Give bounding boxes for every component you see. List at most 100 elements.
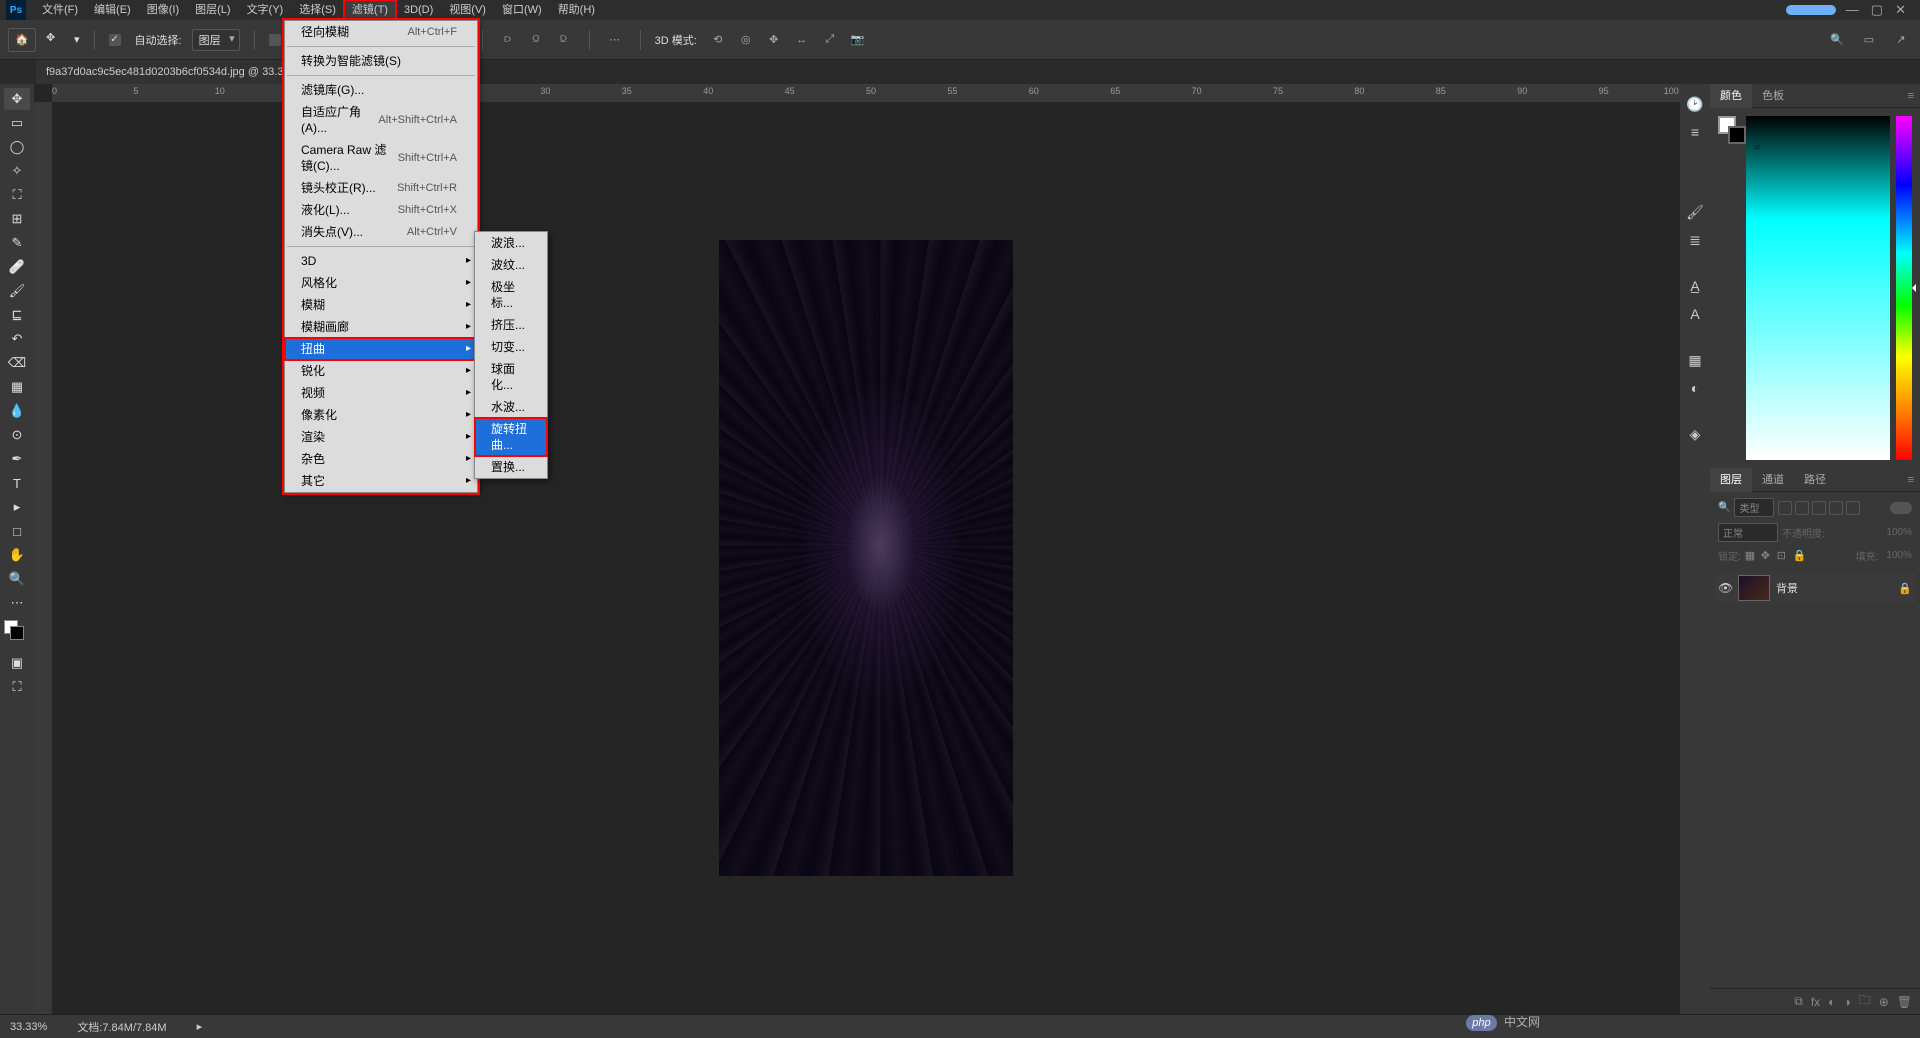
pen-tool[interactable]: ✒ [4,448,30,470]
lock-position-icon[interactable]: ✥ [1761,549,1774,562]
share-icon[interactable]: ↗ [1890,29,1912,51]
workspace-icon[interactable]: ▭ [1858,29,1880,51]
color-field[interactable] [1746,116,1890,460]
3d-roll-icon[interactable]: ◎ [735,29,757,51]
submenu-displace[interactable]: 置换... [475,456,547,478]
panel-menu-icon[interactable]: ≡ [1902,90,1920,102]
tab-swatches[interactable]: 色板 [1752,84,1794,108]
menu-lens-correction[interactable]: 镜头校正(R)... Shift+Ctrl+R [285,177,477,199]
align-center-v-icon[interactable]: ⫑ [525,29,547,51]
menu-liquify[interactable]: 液化(L)... Shift+Ctrl+X [285,199,477,221]
layer-thumbnail[interactable] [1738,575,1770,601]
align-top-icon[interactable]: ⫐ [497,29,519,51]
menu-layer[interactable]: 图层(L) [187,0,238,20]
submenu-ripple[interactable]: 波纹... [475,254,547,276]
clone-stamp-tool[interactable]: ⊑ [4,304,30,326]
menu-filter-gallery[interactable]: 滤镜库(G)... [285,79,477,101]
filter-toggle[interactable] [1890,502,1912,514]
search-icon[interactable]: 🔍 [1826,29,1848,51]
edit-toolbar[interactable]: ⋯ [4,592,30,614]
new-fill-icon[interactable]: ◑ [1843,995,1850,1009]
maximize-icon[interactable]: ▢ [1871,2,1883,18]
ruler-vertical[interactable] [34,102,52,1014]
link-layers-icon[interactable]: ⧉ [1794,994,1803,1009]
menu-last-filter[interactable]: 径向模糊 Alt+Ctrl+F [285,21,477,43]
fill-value[interactable]: 100% [1886,550,1912,561]
frame-tool[interactable]: ⊞ [4,208,30,230]
auto-select-dropdown[interactable]: 图层 [192,29,240,51]
cloud-badge[interactable] [1786,5,1836,15]
blur-tool[interactable]: 💧 [4,400,30,422]
lock-artboard-icon[interactable]: ⊡ [1777,549,1790,562]
menu-file[interactable]: 文件(F) [34,0,86,20]
submenu-polar[interactable]: 极坐标... [475,276,547,314]
filter-smart-icon[interactable] [1846,501,1860,515]
submenu-spherize[interactable]: 球面化... [475,358,547,396]
path-selection-tool[interactable]: ▸ [4,496,30,518]
brush-tool[interactable]: 🖌 [4,280,30,302]
background-color[interactable] [10,626,24,640]
submenu-zigzag[interactable]: 水波... [475,396,547,418]
3d-pan-icon[interactable]: ✥ [763,29,785,51]
screen-mode-tool[interactable]: ⛶ [4,676,30,698]
healing-brush-tool[interactable]: 🩹 [4,256,30,278]
submenu-twirl[interactable]: 旋转扭曲... [475,418,547,456]
submenu-shear[interactable]: 切变... [475,336,547,358]
filter-pixel-icon[interactable] [1778,501,1792,515]
tab-layers[interactable]: 图层 [1710,468,1752,492]
menu-edit[interactable]: 编辑(E) [86,0,139,20]
eraser-tool[interactable]: ⌫ [4,352,30,374]
menu-noise[interactable]: 杂色 [285,448,477,470]
menu-other[interactable]: 其它 [285,470,477,492]
move-tool[interactable]: ✥ [4,88,30,110]
character-panel-icon[interactable]: A̲ [1685,276,1705,296]
layer-lock-icon[interactable]: 🔒 [1898,582,1912,595]
menu-3d[interactable]: 3D(D) [396,0,441,20]
brushes-icon[interactable]: ≣ [1685,230,1705,250]
align-bottom-icon[interactable]: ⫒ [553,29,575,51]
hand-tool[interactable]: ✋ [4,544,30,566]
paragraph-panel-icon[interactable]: A [1685,304,1705,324]
lock-pixels-icon[interactable]: ▦ [1745,549,1758,562]
tab-color[interactable]: 颜色 [1710,84,1752,108]
menu-pixelate[interactable]: 像素化 [285,404,477,426]
hue-slider[interactable] [1896,116,1912,460]
lasso-tool[interactable]: ◯ [4,136,30,158]
lock-all-icon[interactable]: 🔒 [1793,549,1806,562]
menu-image[interactable]: 图像(I) [139,0,187,20]
3d-orbit-icon[interactable]: ⟲ [707,29,729,51]
3d-camera-icon[interactable]: 📷 [847,29,869,51]
adjustments-icon[interactable]: ◐ [1685,378,1705,398]
menu-video[interactable]: 视频 [285,382,477,404]
zoom-tool[interactable]: 🔍 [4,568,30,590]
menu-camera-raw[interactable]: Camera Raw 滤镜(C)... Shift+Ctrl+A [285,139,477,177]
magic-wand-tool[interactable]: ✧ [4,160,30,182]
layer-fx-icon[interactable]: fx [1811,995,1820,1009]
search-icon[interactable]: 🔍 [1718,502,1730,513]
menu-convert-smart[interactable]: 转换为智能滤镜(S) [285,50,477,72]
filter-adjust-icon[interactable] [1795,501,1809,515]
submenu-wave[interactable]: 波浪... [475,232,547,254]
menu-select[interactable]: 选择(S) [291,0,344,20]
layer-visibility-icon[interactable]: 👁 [1718,581,1732,595]
3d-zoom-icon[interactable]: ⤢ [819,29,841,51]
eyedropper-tool[interactable]: ✎ [4,232,30,254]
tab-channels[interactable]: 通道 [1752,468,1794,492]
menu-stylize[interactable]: 风格化 [285,272,477,294]
layer-row[interactable]: 👁 背景 🔒 [1714,573,1916,603]
dodge-tool[interactable]: ⊙ [4,424,30,446]
menu-window[interactable]: 窗口(W) [494,0,550,20]
libraries-icon[interactable]: ▦ [1685,350,1705,370]
menu-distort[interactable]: 扭曲 [285,338,477,360]
menu-vanishing-point[interactable]: 消失点(V)... Alt+Ctrl+V [285,221,477,243]
menu-view[interactable]: 视图(V) [441,0,494,20]
tab-paths[interactable]: 路径 [1794,468,1836,492]
quickmask-tool[interactable]: ▣ [4,652,30,674]
minimize-icon[interactable]: — [1846,2,1859,18]
menu-sharpen[interactable]: 锐化 [285,360,477,382]
history-brush-tool[interactable]: ↶ [4,328,30,350]
panel-menu-icon[interactable]: ≡ [1902,474,1920,486]
color-bg-swatch[interactable] [1728,126,1746,144]
blend-mode-select[interactable]: 正常 [1718,523,1778,542]
layer-mask-icon[interactable]: ◐ [1828,995,1835,1009]
